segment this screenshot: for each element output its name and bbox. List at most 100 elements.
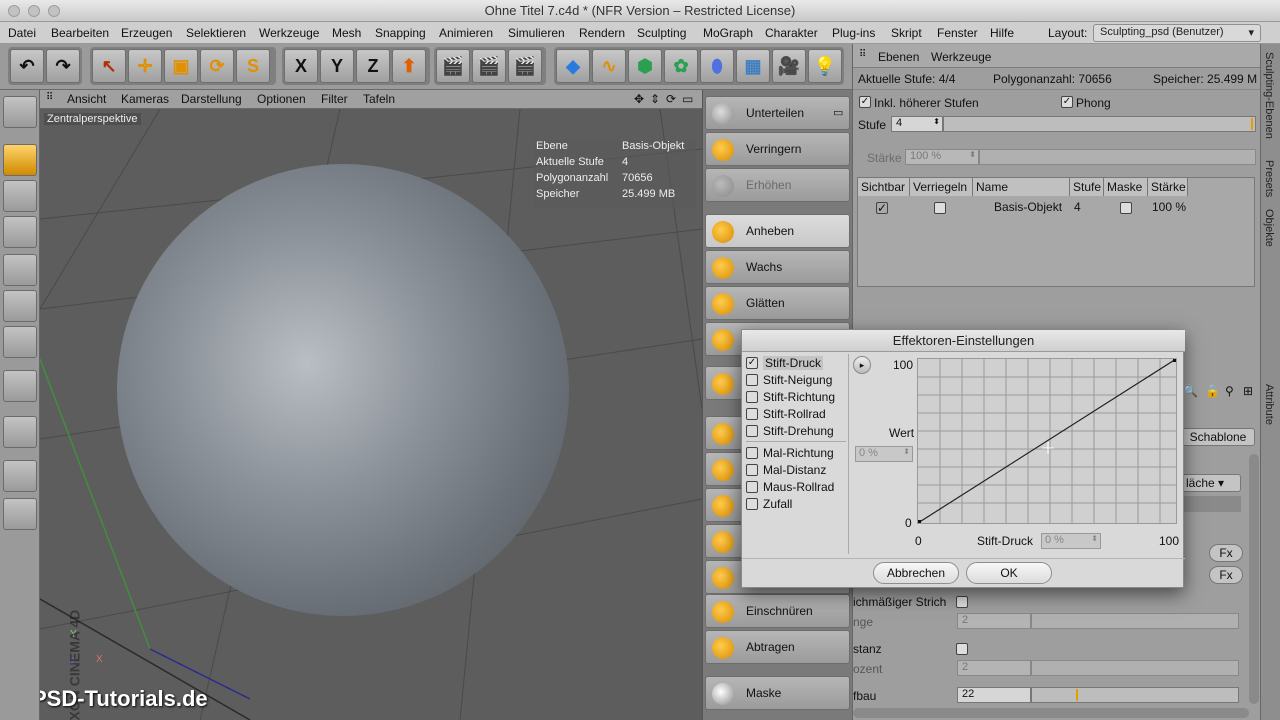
stepper-icon[interactable]: ⬍: [903, 447, 912, 456]
slider-handle[interactable]: [1076, 689, 1078, 701]
menu-rendern[interactable]: Rendern: [579, 26, 625, 40]
curve-svg[interactable]: [917, 358, 1177, 524]
option-mal-richtung[interactable]: Mal-Richtung: [746, 444, 834, 461]
cancel-button[interactable]: Abbrechen: [873, 562, 959, 584]
visible-checkbox[interactable]: ✓: [876, 202, 888, 214]
menu-snapping[interactable]: Snapping: [375, 26, 426, 40]
curve-end-point[interactable]: [1173, 358, 1177, 362]
sculpt-brush-icon[interactable]: S: [236, 49, 270, 83]
color-field[interactable]: [1181, 496, 1241, 512]
option-checkbox[interactable]: [746, 390, 758, 403]
axis-mode-icon[interactable]: [3, 370, 37, 402]
edges-mode-icon[interactable]: [3, 290, 37, 322]
option-checkbox[interactable]: [746, 446, 758, 459]
anheben-button[interactable]: Anheben: [705, 214, 850, 248]
viewport-maximize-icon[interactable]: ▭: [682, 92, 693, 106]
workplane-grid-icon[interactable]: [3, 498, 37, 530]
curve-menu-icon[interactable]: ▸: [853, 356, 871, 374]
column-header[interactable]: Name: [973, 178, 1070, 196]
move-icon[interactable]: ✛: [128, 49, 162, 83]
maske-button[interactable]: Maske: [705, 676, 850, 710]
tab-ebenen[interactable]: Ebenen: [878, 50, 919, 64]
erhoehen-button[interactable]: Erhöhen: [705, 168, 850, 202]
menu-plugins[interactable]: Plug-ins: [832, 26, 875, 40]
lock-icon[interactable]: 🔒: [1205, 384, 1220, 398]
viewport-menu-darstellung[interactable]: Darstellung: [181, 92, 242, 106]
sphere-object[interactable]: [117, 164, 569, 616]
polygons-mode-icon[interactable]: [3, 326, 37, 358]
menu-mograph[interactable]: MoGraph: [703, 26, 753, 40]
option-checkbox[interactable]: ✓: [746, 356, 758, 369]
x-value-input[interactable]: 0 % ⬍: [1041, 533, 1101, 549]
schablone-button[interactable]: Schablone: [1181, 428, 1255, 446]
option-checkbox[interactable]: [746, 480, 758, 493]
percent-input[interactable]: 2: [957, 660, 1031, 676]
viewport-rotate-icon[interactable]: ⟳: [666, 92, 676, 106]
option-stift-richtung[interactable]: Stift-Richtung: [746, 388, 835, 405]
option-stift-rollrad[interactable]: Stift-Rollrad: [746, 405, 826, 422]
option-stift-drehung[interactable]: Stift-Drehung: [746, 422, 834, 439]
deformer-icon[interactable]: ⬮: [700, 49, 734, 83]
menu-werkzeuge[interactable]: Werkzeuge: [259, 26, 319, 40]
array-icon[interactable]: ✿: [664, 49, 698, 83]
fx-button[interactable]: Fx: [1209, 566, 1243, 584]
panel-menu-icon[interactable]: ▭: [833, 106, 843, 119]
length-input[interactable]: 2: [957, 613, 1031, 629]
layout-select[interactable]: Sculpting_psd (Benutzer) ▾: [1093, 24, 1261, 42]
stepper-icon[interactable]: ⬍: [969, 150, 978, 159]
inkl-checkbox[interactable]: ✓: [859, 96, 871, 108]
staerke-input[interactable]: 100 % ⬍: [905, 149, 979, 165]
option-zufall[interactable]: Zufall: [746, 495, 792, 512]
workplane-lock-icon[interactable]: [3, 460, 37, 492]
verringern-button[interactable]: Verringern: [705, 132, 850, 166]
even-stroke-checkbox[interactable]: [956, 596, 968, 608]
column-header[interactable]: Stärke: [1148, 178, 1188, 196]
option-stift-neigung[interactable]: Stift-Neigung: [746, 371, 832, 388]
vertical-scrollbar[interactable]: [1249, 454, 1259, 704]
distance-checkbox[interactable]: [956, 643, 968, 655]
workplane-mode-icon[interactable]: [3, 216, 37, 248]
slider-handle[interactable]: [1251, 118, 1253, 130]
menu-sculpting[interactable]: Sculpting: [637, 26, 686, 40]
column-header[interactable]: Stufe: [1070, 178, 1104, 196]
length-slider[interactable]: [1031, 613, 1239, 629]
menu-charakter[interactable]: Charakter: [765, 26, 818, 40]
viewport-zoom-icon[interactable]: ⇕: [650, 92, 660, 106]
scene-floor-icon[interactable]: ▦: [736, 49, 770, 83]
abtragen-button[interactable]: Abtragen: [705, 630, 850, 664]
nurbs-icon[interactable]: ⬢: [628, 49, 662, 83]
option-mal-distanz[interactable]: Mal-Distanz: [746, 461, 826, 478]
viewport-menu-tafeln[interactable]: Tafeln: [363, 92, 395, 106]
model-mode-icon[interactable]: [3, 144, 37, 176]
undo-icon[interactable]: ↶: [10, 49, 44, 83]
rotate-icon[interactable]: ⟳: [200, 49, 234, 83]
tool-settings-icon[interactable]: [3, 96, 37, 128]
stepper-icon[interactable]: ⬍: [933, 117, 942, 126]
lock-checkbox[interactable]: [934, 202, 946, 214]
column-header[interactable]: Sichtbar: [858, 178, 910, 196]
cube-icon[interactable]: ◆: [556, 49, 590, 83]
tab-presets[interactable]: Presets: [1263, 160, 1275, 197]
column-header[interactable]: Maske: [1104, 178, 1148, 196]
x-axis-button[interactable]: X: [284, 49, 318, 83]
staerke-slider[interactable]: [979, 149, 1256, 165]
menu-skript[interactable]: Skript: [891, 26, 922, 40]
coordinate-system-icon[interactable]: ⬆: [392, 49, 426, 83]
menu-fenster[interactable]: Fenster: [937, 26, 978, 40]
stufe-slider[interactable]: [943, 116, 1256, 132]
render-settings-icon[interactable]: 🎬: [508, 49, 542, 83]
menu-erzeugen[interactable]: Erzeugen: [121, 26, 172, 40]
curve-start-point[interactable]: [917, 520, 921, 524]
viewport-menu-kameras[interactable]: Kameras: [121, 92, 169, 106]
glaetten-button[interactable]: Glätten: [705, 286, 850, 320]
menu-simulieren[interactable]: Simulieren: [508, 26, 565, 40]
points-mode-icon[interactable]: [3, 254, 37, 286]
tab-werkzeuge[interactable]: Werkzeuge: [931, 50, 991, 64]
pin-icon[interactable]: ⚲: [1225, 384, 1234, 398]
ok-button[interactable]: OK: [966, 562, 1052, 584]
option-maus-rollrad[interactable]: Maus-Rollrad: [746, 478, 834, 495]
stufe-input[interactable]: 4 ⬍: [891, 116, 943, 132]
light-icon[interactable]: 💡: [808, 49, 842, 83]
unterteilen-button[interactable]: Unterteilen: [705, 96, 850, 130]
percent-slider[interactable]: [1031, 660, 1239, 676]
